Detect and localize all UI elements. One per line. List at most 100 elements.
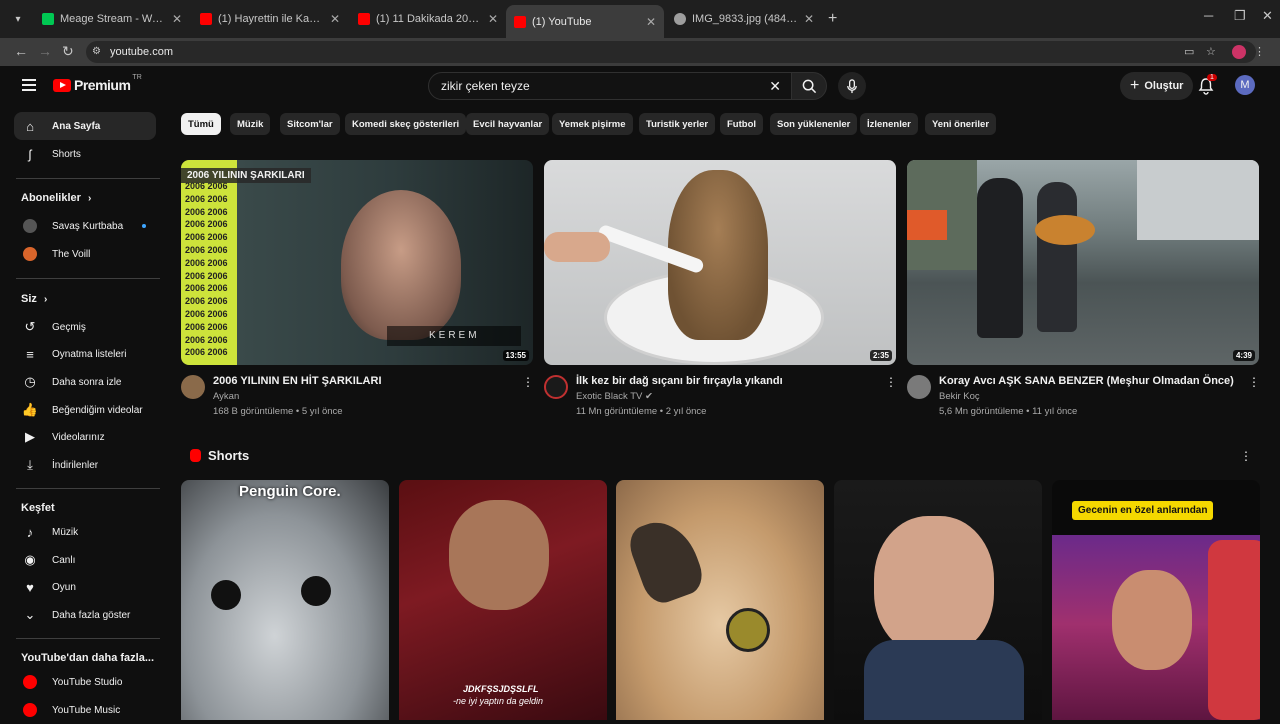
shorts-logo-icon [190, 449, 201, 462]
shorts-more-icon[interactable]: ⋮ [1240, 449, 1252, 463]
chip[interactable]: Komedi skeç gösterileri [345, 113, 467, 135]
channel-avatar[interactable] [544, 375, 568, 399]
sidebar-item-label: Canlı [52, 554, 76, 566]
profile-avatar-icon[interactable] [1232, 45, 1246, 62]
microphone-icon [847, 78, 857, 93]
back-icon[interactable]: ← [14, 43, 28, 59]
shorts-icon: ʃ [28, 146, 32, 162]
verified-icon: ✔ [645, 391, 653, 402]
sidebar-item-watch-later[interactable]: ◷ Daha sonra izle [14, 368, 156, 396]
channel-avatar[interactable] [907, 375, 931, 399]
cast-icon[interactable]: ▭ [1184, 45, 1194, 58]
sidebar-item-history[interactable]: ↺ Geçmiş [14, 313, 156, 341]
menu-icon[interactable] [22, 79, 36, 91]
short-caption: Gecenin en özel anlarından [1072, 501, 1214, 520]
guitar [1035, 215, 1095, 245]
close-tab-icon[interactable]: ✕ [172, 12, 182, 26]
new-tab-icon[interactable]: + [828, 10, 837, 28]
sidebar-item-show-more[interactable]: ⌄ Daha fazla göster [14, 601, 156, 629]
video-title[interactable]: 2006 YILININ EN HİT ŞARKILARI [213, 375, 382, 387]
notifications-button[interactable]: 1 [1198, 74, 1217, 95]
you-heading[interactable]: Siz › [21, 293, 47, 305]
browser-tab[interactable]: (1) Hayrettin ile Kaos Show - 2... ✕ [192, 5, 348, 33]
video-title[interactable]: İlk kez bir dağ sıçanı bir fırçayla yıka… [576, 375, 783, 387]
sidebar-item-shorts[interactable]: ʃ Shorts [14, 140, 156, 168]
chip[interactable]: Müzik [230, 113, 271, 135]
sidebar-item-gaming[interactable]: ♥ Oyun [14, 573, 156, 601]
sidebar-item-channel[interactable]: The Voill [14, 240, 156, 268]
sidebar-item-playlists[interactable]: ≡ Oynatma listeleri [14, 340, 156, 368]
reload-icon[interactable]: ↻ [62, 43, 74, 60]
man-jacket [864, 640, 1024, 720]
sidebar-item-home[interactable]: ⌂ Ana Sayfa [14, 112, 156, 140]
sidebar-item-label: Beğendiğim videolar [52, 404, 143, 416]
cat-eye [726, 608, 770, 652]
sidebar-item-studio[interactable]: YouTube Studio [14, 668, 156, 696]
channel-name-row[interactable]: Exotic Black TV ✔ [576, 391, 653, 402]
chip[interactable]: İzlenenler [860, 113, 918, 135]
chip[interactable]: Yeni öneriler [925, 113, 997, 135]
channel-name[interactable]: Bekir Koç [939, 391, 980, 402]
short-thumbnail[interactable] [834, 480, 1042, 720]
video-thumbnail[interactable]: 2:35 [544, 160, 896, 365]
sidebar-item-your-videos[interactable]: ▶ Videolarınız [14, 423, 156, 451]
video-thumbnail[interactable]: 4:39 [907, 160, 1259, 365]
browser-tab[interactable]: (1) 11 Dakikada 2025 - YouTube ✕ [350, 5, 506, 33]
clear-search-icon[interactable]: ✕ [769, 78, 781, 95]
home-icon: ⌂ [26, 118, 34, 134]
profile-avatar[interactable]: M [1235, 75, 1255, 95]
close-tab-icon[interactable]: ✕ [804, 12, 814, 26]
short-thumbnail[interactable]: JDKFŞSJDŞSLFL -ne iyi yaptın da geldin [399, 480, 607, 720]
short-thumbnail[interactable]: Gecenin en özel anlarından [1052, 480, 1260, 720]
subscriptions-heading[interactable]: Abonelikler › [21, 192, 91, 204]
search-button[interactable] [791, 72, 827, 100]
orange-sign [907, 210, 947, 240]
sidebar-item-live[interactable]: ◉ Canlı [14, 546, 156, 574]
more-from-youtube-heading: YouTube'dan daha fazla... [21, 652, 154, 664]
channel-avatar[interactable] [181, 375, 205, 399]
video-title[interactable]: Koray Avcı AŞK SANA BENZER (Meşhur Olmad… [939, 375, 1234, 387]
site-info-icon[interactable]: ⚙ [92, 46, 104, 58]
sidebar-item-channel[interactable]: Savaş Kurtbaba [14, 212, 156, 240]
more-actions-icon[interactable]: ⋮ [522, 375, 534, 389]
browser-tab-active[interactable]: (1) YouTube ✕ [506, 5, 664, 38]
video-thumbnail[interactable]: 2006 2006 2006 2006 2006 2006 2006 2006 … [181, 160, 533, 365]
youtube-premium-logo[interactable]: Premium TR [53, 74, 142, 93]
search-input[interactable] [441, 78, 761, 94]
channel-name[interactable]: Aykan [213, 391, 239, 402]
video-metadata: 11 Mn görüntüleme • 2 yıl önce [576, 406, 707, 417]
browser-menu-icon[interactable]: ⋮ [1254, 45, 1265, 58]
browser-tab[interactable]: Meage Stream - Watch Live on ✕ [34, 5, 190, 33]
more-actions-icon[interactable]: ⋮ [885, 375, 897, 389]
chip[interactable]: Evcil hayvanlar [466, 113, 550, 135]
minimize-icon[interactable]: ─ [1204, 8, 1213, 23]
browser-tab[interactable]: IMG_9833.jpg (484×645) ✕ [666, 5, 822, 33]
forward-icon[interactable]: → [38, 43, 52, 59]
tab-search-icon[interactable]: ▾ [8, 9, 28, 29]
thumbnail-face [341, 190, 461, 340]
close-tab-icon[interactable]: ✕ [330, 12, 340, 26]
close-tab-icon[interactable]: ✕ [646, 15, 656, 29]
sidebar-item-downloads[interactable]: ⤓ İndirilenler [14, 451, 156, 479]
sidebar-item-music[interactable]: ♪ Müzik [14, 518, 156, 546]
create-button[interactable]: + Oluştur [1120, 72, 1194, 100]
youtube-favicon-icon [514, 15, 526, 28]
bookmark-star-icon[interactable]: ☆ [1206, 45, 1216, 58]
short-thumbnail[interactable] [616, 480, 824, 720]
maximize-icon[interactable]: ❐ [1234, 8, 1246, 24]
clock-icon: ◷ [24, 374, 36, 389]
sidebar-item-liked[interactable]: 👍 Beğendiğim videolar [14, 396, 156, 424]
close-window-icon[interactable]: ✕ [1262, 8, 1273, 24]
chip[interactable]: Turistik yerler [639, 113, 716, 135]
chip[interactable]: Son yüklenenler [770, 113, 858, 135]
close-tab-icon[interactable]: ✕ [488, 12, 498, 26]
thumbnail-year-list: 2006 2006 2006 2006 2006 2006 2006 2006 … [185, 181, 228, 358]
chip[interactable]: Futbol [720, 113, 764, 135]
chip[interactable]: Yemek pişirme [552, 113, 633, 135]
more-actions-icon[interactable]: ⋮ [1248, 375, 1260, 389]
address-bar[interactable]: ⚙ youtube.com ▭ ☆ ⋮ [86, 41, 1265, 63]
chip-all[interactable]: Tümü [181, 113, 221, 135]
chip[interactable]: Sitcom'lar [280, 113, 340, 135]
voice-search-button[interactable] [838, 72, 866, 100]
short-thumbnail[interactable]: Penguin Core. [181, 480, 389, 720]
